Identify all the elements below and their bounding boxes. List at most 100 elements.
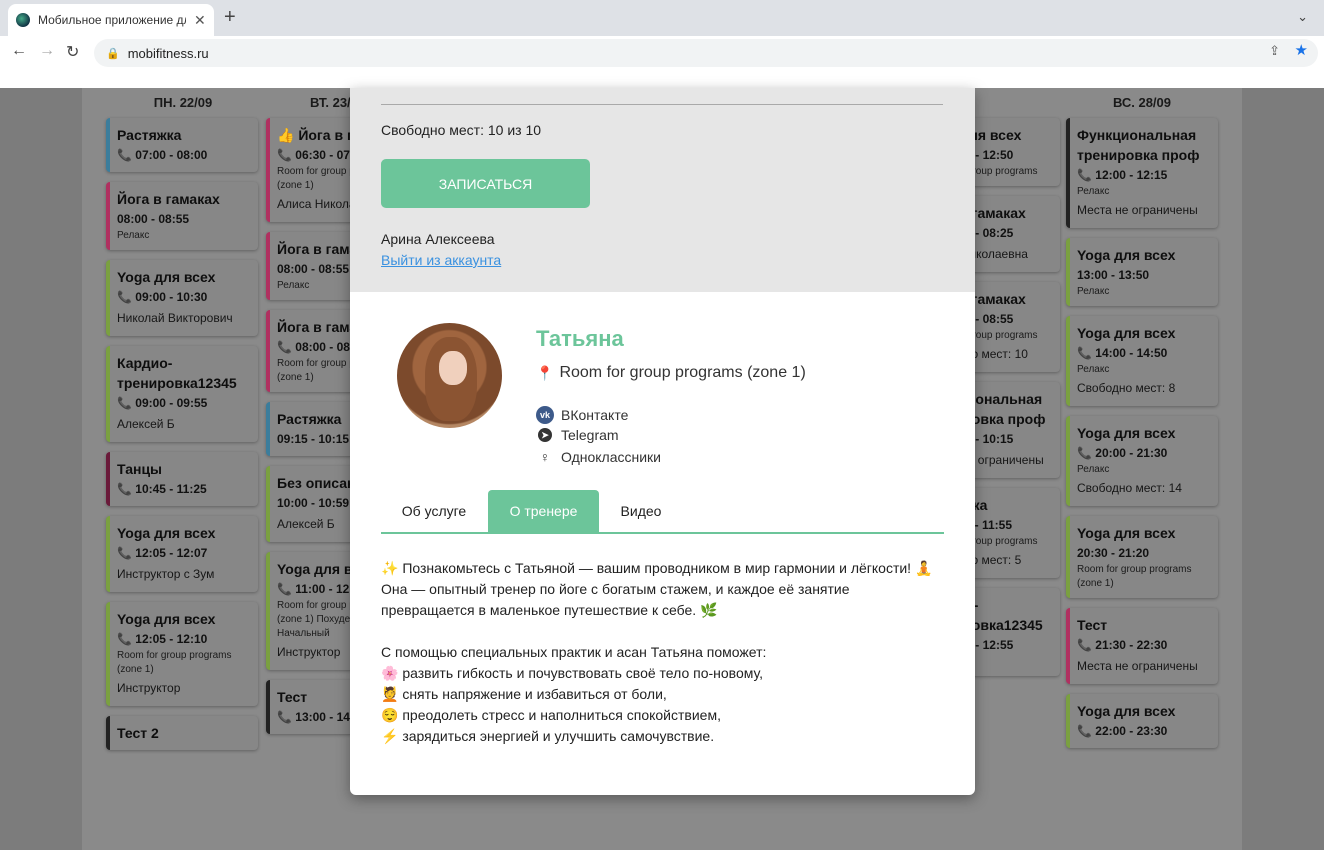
back-icon[interactable]: ← [11, 42, 27, 60]
divider [381, 104, 943, 105]
class-time: 📞 12:05 - 12:07 [117, 546, 208, 560]
trainer-avatar [397, 323, 502, 428]
share-icon[interactable]: ⇪ [1269, 43, 1280, 59]
class-title: Yoga для всех [117, 611, 216, 627]
class-time: 📞 10:45 - 11:25 [117, 482, 207, 496]
class-title: Танцы [117, 461, 163, 477]
signup-button[interactable]: ЗАПИСАТЬСЯ [381, 159, 590, 208]
class-title: Yoga для всех [117, 269, 216, 285]
class-card[interactable]: Yoga для всех 📞 20:00 - 21:30 Релакс Свобод… [1066, 416, 1218, 506]
class-card[interactable]: Yoga для всех 13:00 - 13:50 Релакс [1066, 238, 1218, 306]
bio-line: 🌸 развить гибкость и почувствовать своё … [381, 665, 763, 681]
bio-line: ⚡ зарядиться энергией и улучшить самочув… [381, 728, 715, 744]
tab-about-trainer[interactable]: О тренере [488, 490, 599, 532]
social-link-vk[interactable]: vk ВКонтакте [536, 406, 628, 424]
class-card[interactable]: Растяжка 📞 07:00 - 08:00 [106, 118, 258, 172]
class-time: 📞 22:00 - 23:30 [1077, 724, 1168, 738]
trainer-room: 📍 Room for group programs (zone 1) [536, 364, 806, 382]
trainer-bio: ✨ Познакомьтесь с Татьяной — вашим прово… [381, 558, 941, 747]
class-extra: Свободно мест: 14 [1077, 481, 1182, 495]
class-card[interactable]: Yoga для всех 📞 12:05 - 12:07 Инструктор с… [106, 516, 258, 592]
address-bar[interactable]: 🔒 mobifitness.ru [94, 39, 1318, 67]
class-time: 13:00 - 13:50 [1077, 268, 1150, 282]
class-card[interactable]: Yoga для всех 📞 12:05 - 12:10 Room for gro… [106, 602, 258, 706]
class-card[interactable]: Yoga для всех 20:30 - 21:20 Room for group… [1066, 516, 1218, 598]
bio-line: ✨ Познакомьтесь с Татьяной — вашим прово… [381, 560, 933, 576]
class-extra: Инструктор с Зум [117, 567, 215, 581]
telegram-icon: ➤ [538, 428, 552, 442]
class-card[interactable]: Yoga для всех 📞 09:00 - 10:30 Николай Викт… [106, 260, 258, 336]
tab-title: Мобильное приложение для [38, 13, 186, 27]
class-extra: Алексей Б [117, 417, 175, 431]
class-time: 📞 14:00 - 14:50 [1077, 346, 1168, 360]
avatar-face [439, 351, 467, 385]
tab-about-service[interactable]: Об услуге [381, 490, 487, 532]
column-mon: Растяжка 📞 07:00 - 08:00 Йога в гамаках 08:… [106, 118, 258, 760]
odnoklassniki-icon: ♀ [539, 449, 551, 465]
class-time: 📞 12:00 - 12:15 [1077, 168, 1168, 182]
modal-tabs: Об услуге О тренере Видео [381, 490, 944, 534]
class-title: Функциональная тренировка проф [1077, 127, 1200, 163]
class-card[interactable]: Тест 2 [106, 716, 258, 750]
class-extra: Инструктор [117, 681, 181, 695]
class-title: Yoga для всех [1077, 247, 1176, 263]
class-room: Релакс [1077, 364, 1110, 375]
free-seats-text: Свободно мест: 10 из 10 [381, 122, 542, 138]
class-time: 📞 21:30 - 22:30 [1077, 638, 1168, 652]
bio-line: Она — опытный тренер по йоге с богатым с… [381, 581, 850, 618]
bio-line: 😌 преодолеть стресс и наполниться спокой… [381, 707, 721, 723]
forward-icon[interactable]: → [39, 42, 55, 60]
bio-line: С помощью специальных практик и асан Тат… [381, 644, 767, 660]
class-card[interactable]: Функциональная тренировка проф 📞 12:00 - … [1066, 118, 1218, 228]
social-label-telegram: Telegram [561, 427, 619, 443]
vk-icon: vk [536, 406, 554, 424]
browser-toolbar: ← → ↻ 🔒 mobifitness.ru ⇪ ★ [0, 36, 1324, 68]
class-card[interactable]: Yoga для всех 📞 14:00 - 14:50 Релакс Свобод… [1066, 316, 1218, 406]
url-text: mobifitness.ru [127, 45, 209, 61]
social-label-ok: Одноклассники [561, 449, 662, 465]
class-title: Тест 2 [117, 725, 159, 741]
class-extra: Места не ограничены [1077, 659, 1198, 673]
class-title: Yoga для всех [1077, 525, 1176, 541]
class-title: Растяжка [117, 127, 182, 143]
class-details-modal: Свободно мест: 10 из 10 ЗАПИСАТЬСЯ Арина… [350, 88, 975, 795]
social-link-ok[interactable]: ♀ Одноклассники [536, 448, 661, 466]
lock-icon: 🔒 [106, 47, 120, 60]
class-card[interactable]: Yoga для всех 📞 22:00 - 23:30 [1066, 694, 1218, 748]
class-extra: Места не ограничены [1077, 203, 1198, 217]
class-time: 📞 09:00 - 09:55 [117, 396, 208, 410]
logout-link[interactable]: Выйти из аккаунта [381, 252, 501, 268]
class-extra: Николай Викторович [117, 311, 233, 325]
new-tab-icon[interactable]: + [224, 6, 236, 29]
chevron-down-icon[interactable]: ⌄ [1297, 9, 1308, 25]
site-favicon-icon [16, 13, 30, 27]
booking-section: Свободно мест: 10 из 10 ЗАПИСАТЬСЯ Арина… [350, 88, 975, 292]
class-card[interactable]: Кардио-тренировка12345 📞 09:00 - 09:55 Але… [106, 346, 258, 442]
column-sun: Функциональная тренировка проф 📞 12:00 - … [1066, 118, 1218, 758]
class-time: 📞 07:00 - 08:00 [117, 148, 208, 162]
bookmark-star-icon[interactable]: ★ [1295, 41, 1308, 59]
class-card[interactable]: Тест 📞 21:30 - 22:30 Места не ограничены [1066, 608, 1218, 684]
class-title: Тест [1077, 617, 1108, 633]
browser-tab[interactable]: Мобильное приложение для ✕ [8, 4, 214, 36]
social-link-telegram[interactable]: ➤ Telegram [536, 427, 619, 443]
reload-icon[interactable]: ↻ [66, 42, 79, 62]
class-room: Релакс [1077, 286, 1110, 297]
class-card[interactable]: Йога в гамаках 08:00 - 08:55 Релакс [106, 182, 258, 250]
browser-chrome: Мобильное приложение для ✕ + ⌄ ← → ↻ 🔒 m… [0, 0, 1324, 88]
bio-line: 💆 снять напряжение и избавиться от боли, [381, 686, 667, 702]
tab-video[interactable]: Видео [600, 490, 682, 532]
class-room: Room for group programs (zone 1) [1077, 564, 1192, 589]
class-time: 📞 12:05 - 12:10 [117, 632, 208, 646]
class-title: Yoga для всех [1077, 425, 1176, 441]
trainer-name: Татьяна [536, 326, 624, 351]
class-title: Кардио-тренировка12345 [117, 355, 237, 391]
user-name: Арина Алексеева [381, 231, 495, 247]
class-time: 08:00 - 08:55 [117, 212, 190, 226]
bio-line [381, 621, 941, 642]
class-card[interactable]: Танцы 📞 10:45 - 11:25 [106, 452, 258, 506]
class-title: Йога в гамаках [117, 191, 220, 207]
class-room: Релакс [117, 230, 150, 241]
class-room: Релакс [1077, 186, 1110, 197]
close-tab-icon[interactable]: ✕ [194, 12, 206, 29]
